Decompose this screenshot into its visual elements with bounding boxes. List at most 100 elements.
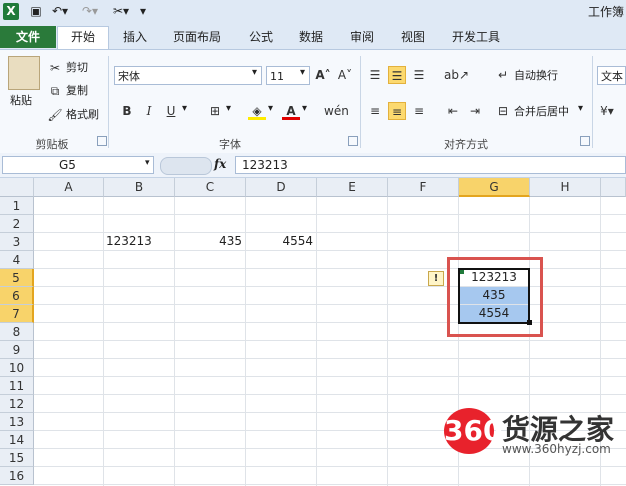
bold-button[interactable]: B: [118, 102, 136, 120]
row-header[interactable]: 1: [0, 197, 34, 215]
tab-page-layout[interactable]: 页面布局: [168, 27, 226, 47]
row-header[interactable]: 5: [0, 269, 34, 287]
row-header[interactable]: 3: [0, 233, 34, 251]
row-header[interactable]: 9: [0, 341, 34, 359]
tab-data[interactable]: 数据: [294, 27, 328, 47]
row-header[interactable]: 7: [0, 305, 34, 323]
ribbon: 粘贴 ✂ 剪切 ⧉ 复制 🖌 格式刷 剪贴板 宋体 ▾ 11 ▾ A˄ A˅ B…: [0, 49, 626, 154]
grow-font-icon[interactable]: A˄: [314, 66, 332, 84]
paste-icon[interactable]: [8, 56, 40, 90]
row-header[interactable]: 11: [0, 377, 34, 395]
spreadsheet-grid[interactable]: A B C D E F G H 1 2 3 4 5 6 7 8 9 10 11 …: [0, 178, 626, 486]
tab-review[interactable]: 审阅: [345, 27, 379, 47]
tab-formulas[interactable]: 公式: [244, 27, 278, 47]
row-header[interactable]: 16: [0, 467, 34, 485]
alignment-group-label: 对齐方式: [444, 138, 488, 151]
merge-center-button[interactable]: 合并后居中: [514, 103, 569, 121]
wrap-text-button[interactable]: 自动换行: [514, 67, 558, 85]
group-divider: [592, 56, 593, 148]
tab-view[interactable]: 视图: [396, 27, 430, 47]
row-header[interactable]: 10: [0, 359, 34, 377]
row-header[interactable]: 12: [0, 395, 34, 413]
shrink-font-icon[interactable]: A˅: [336, 66, 354, 84]
chevron-down-icon[interactable]: ▾: [182, 103, 187, 114]
quick-access-toolbar: X ▣ ↶▾ ↷▾ ✂▾ ▾ 工作簿: [0, 0, 626, 25]
chevron-down-icon[interactable]: ▾: [145, 158, 150, 168]
align-bottom-icon[interactable]: ☰: [410, 66, 428, 84]
paste-button[interactable]: 粘贴: [10, 92, 32, 110]
row-header[interactable]: 6: [0, 287, 34, 305]
column-header[interactable]: H: [530, 178, 601, 197]
tab-file[interactable]: 文件: [0, 26, 56, 48]
increase-indent-icon[interactable]: ⇥: [466, 102, 484, 120]
chevron-down-icon[interactable]: ▾: [226, 103, 231, 114]
select-all-corner[interactable]: [0, 178, 34, 197]
number-format-select[interactable]: 文本: [597, 66, 626, 85]
align-top-icon[interactable]: ☰: [366, 66, 384, 84]
annotation-highlight: [447, 257, 543, 337]
column-header[interactable]: F: [388, 178, 459, 197]
row-header[interactable]: 13: [0, 413, 34, 431]
tab-insert[interactable]: 插入: [118, 27, 152, 47]
tab-home[interactable]: 开始: [57, 26, 109, 49]
orientation-icon[interactable]: ab↗: [444, 66, 469, 84]
warning-icon[interactable]: !: [428, 271, 444, 286]
copy-button[interactable]: 复制: [66, 82, 88, 100]
align-left-icon[interactable]: ≡: [366, 102, 384, 120]
decrease-indent-icon[interactable]: ⇤: [444, 102, 462, 120]
customize-tool-icon[interactable]: ✂▾: [110, 3, 132, 20]
align-middle-icon[interactable]: ☰: [388, 66, 406, 84]
window-title: 工作簿: [587, 5, 624, 19]
undo-icon[interactable]: ↶▾: [50, 3, 70, 20]
column-header[interactable]: B: [104, 178, 175, 197]
column-header[interactable]: G: [459, 178, 530, 197]
tab-developer[interactable]: 开发工具: [446, 27, 506, 47]
underline-button[interactable]: U: [162, 102, 180, 120]
formula-value: 123213: [242, 158, 288, 172]
align-center-icon[interactable]: ≡: [388, 102, 406, 120]
clipboard-launcher-icon[interactable]: [97, 136, 107, 146]
ribbon-tabs: 文件 开始 插入 页面布局 公式 数据 审阅 视图 开发工具: [0, 24, 626, 49]
format-painter-icon: 🖌: [47, 108, 63, 122]
excel-logo-icon: X: [3, 3, 19, 20]
column-header[interactable]: D: [246, 178, 317, 197]
row-header[interactable]: 2: [0, 215, 34, 233]
font-color-icon[interactable]: A: [282, 102, 300, 120]
chevron-down-icon[interactable]: ▾: [302, 103, 307, 114]
row-header[interactable]: 8: [0, 323, 34, 341]
insert-function-button[interactable]: fx: [214, 157, 226, 171]
row-header[interactable]: 15: [0, 449, 34, 467]
cell-c3[interactable]: 435: [175, 233, 246, 251]
font-name-select[interactable]: 宋体: [114, 66, 262, 85]
cell-d3[interactable]: 4554: [246, 233, 317, 251]
row-header[interactable]: 14: [0, 431, 34, 449]
merge-center-icon: ⊟: [497, 104, 509, 118]
formula-input[interactable]: 123213: [235, 156, 626, 174]
column-header[interactable]: [601, 178, 626, 197]
cut-button[interactable]: 剪切: [66, 59, 88, 77]
save-icon[interactable]: ▣: [28, 3, 44, 20]
format-painter-button[interactable]: 格式刷: [66, 106, 99, 124]
cell-b3[interactable]: 123213: [104, 233, 175, 251]
fill-color-icon[interactable]: ◈: [248, 102, 266, 120]
column-header[interactable]: A: [34, 178, 104, 197]
chevron-down-icon[interactable]: ▾: [268, 103, 273, 114]
borders-icon[interactable]: ⊞: [206, 102, 224, 120]
row-header[interactable]: 4: [0, 251, 34, 269]
chevron-down-icon[interactable]: ▾: [578, 103, 583, 114]
chevron-down-icon: ▾: [252, 67, 258, 78]
formula-bar-grip[interactable]: [160, 157, 212, 175]
name-box[interactable]: G5 ▾: [2, 156, 154, 174]
column-header[interactable]: C: [175, 178, 246, 197]
phonetic-icon[interactable]: wén: [324, 102, 349, 120]
italic-button[interactable]: I: [140, 102, 158, 120]
alignment-launcher-icon[interactable]: [580, 136, 590, 146]
redo-icon[interactable]: ↷▾: [80, 3, 100, 20]
font-group-label: 字体: [219, 138, 241, 151]
align-right-icon[interactable]: ≡: [410, 102, 428, 120]
column-header[interactable]: E: [317, 178, 388, 197]
currency-icon[interactable]: ¥▾: [598, 102, 616, 120]
font-launcher-icon[interactable]: [348, 136, 358, 146]
qat-menu-icon[interactable]: ▾: [138, 3, 148, 20]
copy-icon: ⧉: [50, 84, 60, 98]
